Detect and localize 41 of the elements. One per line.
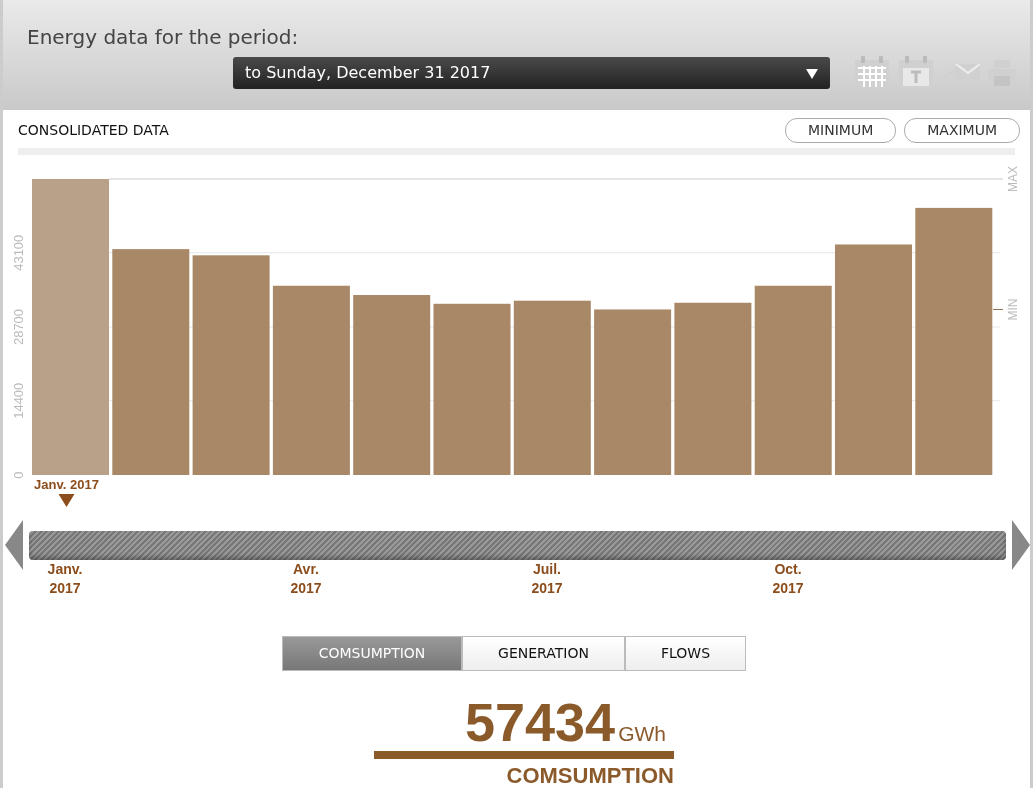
section-title: CONSOLIDATED DATA: [18, 121, 169, 140]
scroll-left-icon[interactable]: [5, 520, 25, 570]
timeline-label: Avr. 2017: [290, 560, 322, 598]
calendar-grid-icon[interactable]: [854, 56, 890, 90]
tab[interactable]: COMSUMPTION: [282, 636, 462, 671]
page-title: Energy data for the period:: [27, 24, 300, 51]
axis-tick-label: 43100: [11, 234, 26, 271]
chart-bar[interactable]: [594, 309, 672, 475]
chart-bar[interactable]: [674, 302, 752, 475]
total-value: 57434: [465, 695, 616, 749]
chart-bar[interactable]: [915, 207, 993, 475]
tab[interactable]: GENERATION: [462, 636, 625, 671]
chart-bar[interactable]: [112, 249, 190, 475]
unit-label: GWh: [618, 720, 666, 747]
chart-bar[interactable]: [513, 300, 591, 475]
selected-period-label: Janv. 2017: [34, 477, 99, 492]
filter-button[interactable]: MAXIMUM: [904, 118, 1020, 143]
reference-label: MAX: [1006, 166, 1020, 192]
chart-bar[interactable]: [32, 179, 109, 475]
chart-bar[interactable]: [835, 244, 912, 475]
chart-bar[interactable]: [272, 285, 350, 475]
reference-line: [993, 308, 1003, 310]
chart-bar[interactable]: [754, 285, 832, 475]
timeline-scrollbar[interactable]: [29, 530, 1006, 560]
chart-bar[interactable]: [192, 255, 270, 475]
axis-tick-label: 14400: [11, 382, 26, 419]
tab[interactable]: FLOWS: [625, 636, 746, 671]
period-dropdown[interactable]: to Sunday, December 31 2017: [233, 57, 830, 89]
filter-button[interactable]: MINIMUM: [785, 118, 897, 143]
reference-label: MIN: [1006, 298, 1020, 321]
chart-bar[interactable]: [433, 303, 511, 475]
axis-tick-label: 0: [11, 471, 26, 479]
timeline-label: Oct. 2017: [772, 560, 804, 598]
pointer-icon: [58, 494, 75, 507]
timeline-label: Janv. 2017: [47, 560, 83, 598]
chart-bar[interactable]: [353, 295, 431, 475]
total-label: COMSUMPTION: [505, 762, 674, 788]
timeline-label: Juil. 2017: [531, 560, 563, 598]
scroll-right-icon[interactable]: [1010, 520, 1030, 570]
axis-tick-label: 28700: [11, 308, 26, 346]
caret-icon: [806, 67, 818, 79]
